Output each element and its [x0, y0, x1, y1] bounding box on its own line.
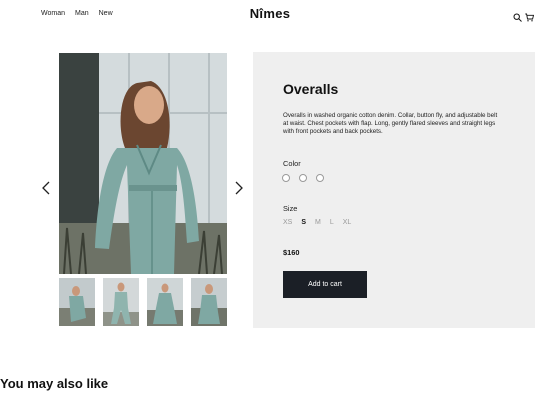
size-option-xs[interactable]: XS — [283, 219, 292, 226]
color-label: Color — [283, 159, 301, 168]
main-product-image — [59, 53, 227, 274]
product-description: Overalls in washed organic cotton denim.… — [283, 112, 498, 136]
thumbnail-4[interactable] — [191, 278, 227, 326]
color-option-radio[interactable] — [299, 174, 307, 182]
size-option-m[interactable]: M — [315, 219, 321, 226]
cart-icon[interactable] — [525, 9, 535, 22]
color-option-radio[interactable] — [282, 174, 290, 182]
size-options: XS S M L XL — [283, 219, 351, 226]
next-image-arrow-icon[interactable] — [234, 180, 244, 196]
previous-image-arrow-icon[interactable] — [41, 180, 51, 196]
color-swatches — [282, 174, 324, 182]
add-to-cart-button[interactable]: Add to cart — [283, 271, 367, 298]
size-option-s[interactable]: S — [301, 219, 306, 226]
product-details-panel: Overalls Overalls in washed organic cott… — [253, 52, 535, 328]
thumbnail-2[interactable] — [103, 278, 139, 326]
color-option-radio[interactable] — [316, 174, 324, 182]
thumbnail-3[interactable] — [147, 278, 183, 326]
search-icon[interactable] — [513, 9, 522, 22]
related-products-heading: You may also like — [0, 376, 109, 391]
size-option-xl[interactable]: XL — [343, 219, 352, 226]
product-title: Overalls — [283, 81, 339, 97]
thumbnail-strip — [59, 278, 227, 326]
size-option-l[interactable]: L — [330, 219, 334, 226]
brand-logo[interactable]: Nîmes — [0, 6, 540, 21]
product-price: $160 — [283, 248, 300, 257]
size-label: Size — [283, 204, 298, 213]
header-icons — [513, 9, 535, 22]
thumbnail-1[interactable] — [59, 278, 95, 326]
